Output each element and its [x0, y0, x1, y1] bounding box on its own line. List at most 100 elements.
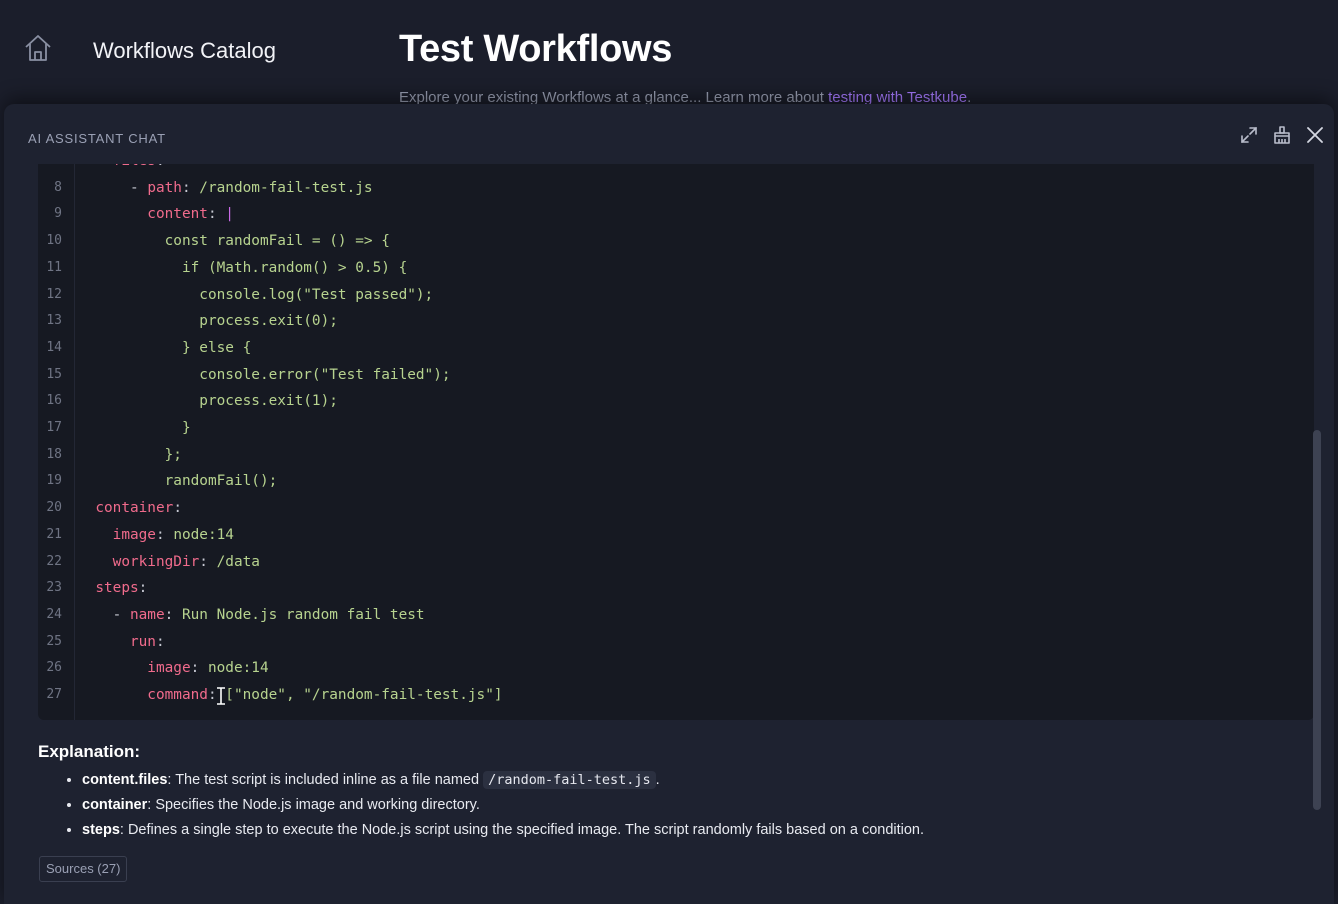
- code-token: :: [155, 526, 174, 543]
- line-number: 17: [46, 420, 62, 435]
- code-text: - path: /random-fail-test.js: [78, 175, 373, 202]
- code-token: randomFail();: [78, 473, 278, 490]
- list-item: content.files: The test script is includ…: [82, 768, 1308, 793]
- code-token: image: [78, 526, 156, 543]
- line-number: 20: [46, 500, 62, 516]
- yaml-code-block[interactable]: 7 files: 8 - path: /random-fail-test.js9 …: [38, 164, 1314, 720]
- line-number: 14: [46, 339, 62, 355]
- code-text: if (Math.random() > 0.5) {: [78, 255, 407, 282]
- code-line: 26 image: node:14: [38, 655, 1314, 682]
- code-token: -: [78, 606, 130, 623]
- line-number: 13: [46, 313, 62, 329]
- code-token: } else {: [78, 339, 252, 356]
- home-icon[interactable]: [22, 32, 54, 64]
- code-token: process.exit(0);: [78, 313, 338, 330]
- code-token: process.exit(1);: [78, 393, 338, 410]
- code-text: command: ["node", "/random-fail-test.js"…: [78, 682, 503, 709]
- code-line: 21 image: node:14: [38, 522, 1314, 549]
- code-token: Run Node.js random fail test: [181, 606, 425, 623]
- code-token: :: [164, 606, 182, 623]
- code-token: const randomFail = () => {: [78, 233, 390, 250]
- item-text-end: .: [655, 772, 660, 788]
- workflows-catalog-link[interactable]: Workflows Catalog: [93, 38, 276, 64]
- code-token: container: [78, 500, 174, 517]
- code-text: console.log("Test passed");: [78, 282, 433, 309]
- code-text: image: node:14: [78, 522, 234, 549]
- code-line: 13 process.exit(0);: [38, 308, 1314, 335]
- item-text: : Defines a single step to execute the N…: [119, 822, 925, 838]
- code-line: 23 steps:: [38, 575, 1314, 602]
- explanation-list: content.files: The test script is includ…: [38, 768, 1308, 843]
- line-number: 7: [38, 164, 62, 175]
- explanation-section: Explanation: content.files: The test scr…: [38, 742, 1308, 843]
- code-token: ["node", "/random-fail-test.js"]: [225, 687, 503, 703]
- code-line: 25 run:: [38, 629, 1314, 656]
- code-token: node:14: [173, 526, 234, 543]
- code-text: steps:: [78, 575, 147, 602]
- line-number: 26: [46, 660, 62, 676]
- code-text: container:: [78, 495, 182, 522]
- code-token: :: [155, 633, 165, 650]
- line-number: 11: [46, 259, 62, 275]
- code-line: 14 } else {: [38, 335, 1314, 362]
- code-text: run:: [78, 629, 165, 656]
- code-line: 20 container:: [38, 495, 1314, 522]
- code-text: } else {: [78, 335, 251, 362]
- code-text: console.error("Test failed");: [78, 362, 451, 389]
- code-text: }: [78, 415, 191, 442]
- scrollbar-thumb[interactable]: [1313, 430, 1321, 810]
- item-text: : Specifies the Node.js image and workin…: [147, 797, 480, 813]
- line-number: 16: [46, 393, 62, 409]
- code-text: const randomFail = () => {: [78, 228, 390, 255]
- line-number: 23: [46, 580, 62, 596]
- code-token: :: [199, 553, 217, 570]
- line-number: 24: [46, 606, 62, 622]
- code-token: :: [207, 687, 226, 703]
- line-number: 8: [54, 179, 62, 195]
- code-token: console.error("Test failed");: [78, 366, 451, 383]
- code-line: 9 content: |: [38, 201, 1314, 228]
- code-token: };: [78, 446, 182, 463]
- code-token: if (Math.random() > 0.5) {: [78, 259, 408, 276]
- code-token: console.log("Test passed");: [78, 286, 434, 303]
- line-number: 27: [46, 687, 62, 702]
- code-token: command: [78, 687, 208, 703]
- ai-assistant-chat-panel: AI ASSISTANT CHAT 7 f: [4, 104, 1334, 904]
- item-text: : The test script is included inline as …: [167, 772, 484, 788]
- code-token: node:14: [207, 660, 269, 677]
- code-token: :: [173, 500, 182, 517]
- code-token: :: [156, 164, 165, 169]
- code-token: path: [147, 179, 182, 196]
- page-title: Test Workflows: [399, 28, 673, 70]
- line-number: 10: [46, 233, 62, 249]
- code-token: }: [78, 420, 191, 436]
- sources-button[interactable]: Sources (27): [39, 856, 128, 882]
- code-line: 8 - path: /random-fail-test.js: [38, 175, 1314, 202]
- line-number: 19: [46, 473, 62, 489]
- code-token: /data: [216, 553, 260, 570]
- code-token: -: [78, 179, 148, 196]
- line-number: 18: [46, 446, 62, 462]
- app-header: Workflows Catalog Test Workflows Explore…: [0, 0, 1338, 110]
- line-number: 21: [46, 526, 62, 542]
- code-token: content: [78, 206, 208, 223]
- line-number: 22: [46, 553, 62, 569]
- code-line: 10 const randomFail = () => {: [38, 228, 1314, 255]
- code-token: files: [78, 164, 156, 169]
- clear-chat-button[interactable]: [1269, 124, 1295, 150]
- code-text: workingDir: /data: [78, 549, 260, 576]
- expand-button[interactable]: [1236, 124, 1262, 150]
- code-text: content: |: [78, 201, 234, 228]
- code-line: 19 randomFail();: [38, 468, 1314, 495]
- code-text: - name: Run Node.js random fail test: [78, 602, 425, 629]
- code-token: :: [190, 660, 208, 677]
- code-token: run: [78, 633, 156, 650]
- code-token: steps: [78, 580, 139, 597]
- code-text: randomFail();: [78, 468, 278, 495]
- explanation-title: Explanation:: [38, 742, 141, 761]
- chat-messages[interactable]: 7 files: 8 - path: /random-fail-test.js9 …: [4, 164, 1334, 904]
- code-text: };: [78, 442, 182, 469]
- line-number: 9: [54, 206, 62, 222]
- term: content.files: [82, 772, 168, 788]
- code-token: :: [138, 580, 148, 597]
